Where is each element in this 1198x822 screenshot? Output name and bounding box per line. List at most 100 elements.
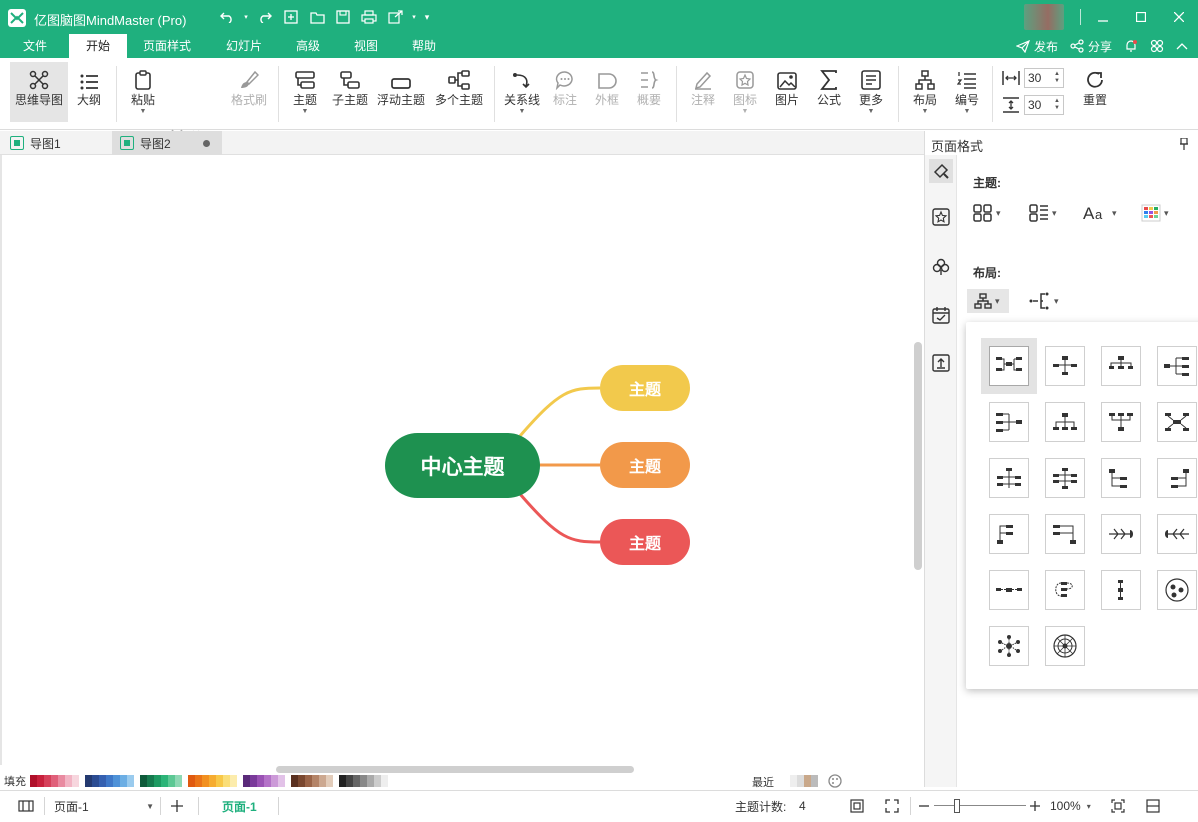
color-swatch[interactable]: [264, 775, 271, 787]
zoom-out-icon[interactable]: [918, 791, 930, 821]
minimize-icon[interactable]: [1084, 0, 1122, 34]
recent-color-swatch[interactable]: [790, 775, 797, 787]
zoom-level[interactable]: 100% ▾: [1050, 791, 1091, 821]
color-swatch[interactable]: [291, 775, 298, 787]
color-swatch[interactable]: [188, 775, 195, 787]
color-swatch[interactable]: [92, 775, 99, 787]
color-swatch[interactable]: [381, 775, 388, 787]
color-swatch[interactable]: [230, 775, 237, 787]
color-swatch[interactable]: [319, 775, 326, 787]
layout-option-22[interactable]: [1045, 626, 1085, 666]
layout-option-9[interactable]: [989, 458, 1029, 498]
topic-node[interactable]: 主题: [600, 442, 690, 488]
zoom-slider-thumb[interactable]: [954, 799, 960, 813]
layout-option-18[interactable]: [1045, 570, 1085, 610]
color-swatch[interactable]: [65, 775, 72, 787]
layout-option-2[interactable]: [1045, 346, 1085, 386]
color-swatch[interactable]: [195, 775, 202, 787]
color-swatch[interactable]: [250, 775, 257, 787]
color-swatch[interactable]: [72, 775, 79, 787]
recent-color-swatch[interactable]: [804, 775, 811, 787]
color-swatch[interactable]: [175, 775, 182, 787]
color-swatch[interactable]: [353, 775, 360, 787]
color-swatch[interactable]: [278, 775, 285, 787]
horizontal-spacing-input[interactable]: 30 ▲ ▼: [1024, 68, 1064, 88]
color-swatch[interactable]: [202, 775, 209, 787]
layout-option-7[interactable]: [1101, 402, 1141, 442]
collapse-panel-icon[interactable]: [1146, 791, 1160, 821]
color-swatch[interactable]: [99, 775, 106, 787]
format-brush-icon[interactable]: [929, 159, 953, 183]
layout-option-6[interactable]: [1045, 402, 1085, 442]
topic-node[interactable]: 主题: [600, 519, 690, 565]
layout-option-21[interactable]: [989, 626, 1029, 666]
color-swatch[interactable]: [147, 775, 154, 787]
color-swatch[interactable]: [120, 775, 127, 787]
color-swatch[interactable]: [30, 775, 37, 787]
recent-color-swatch[interactable]: [811, 775, 818, 787]
maximize-icon[interactable]: [1122, 0, 1160, 34]
layout-option-19[interactable]: [1101, 570, 1141, 610]
clipart-clover-icon[interactable]: [929, 255, 953, 279]
layout-option-1[interactable]: [989, 346, 1029, 386]
color-swatch[interactable]: [209, 775, 216, 787]
color-swatch[interactable]: [257, 775, 264, 787]
color-swatch[interactable]: [243, 775, 250, 787]
color-swatch[interactable]: [298, 775, 305, 787]
add-page-icon[interactable]: [170, 791, 184, 821]
notification-bell-icon[interactable]: [1124, 39, 1138, 53]
zoom-slider[interactable]: [934, 791, 1026, 821]
toggle-panel-icon[interactable]: [18, 791, 34, 821]
recent-color-swatch[interactable]: [797, 775, 804, 787]
pin-icon[interactable]: [1180, 138, 1188, 150]
fit-selection-icon[interactable]: [1111, 791, 1125, 821]
color-swatch[interactable]: [271, 775, 278, 787]
layout-option-12[interactable]: [1157, 458, 1197, 498]
style-star-icon[interactable]: [929, 205, 953, 229]
color-swatch[interactable]: [326, 775, 333, 787]
color-swatch[interactable]: [305, 775, 312, 787]
central-topic-node[interactable]: 中心主题: [385, 433, 540, 498]
color-swatch[interactable]: [367, 775, 374, 787]
layout-option-20[interactable]: [1157, 570, 1197, 610]
theme-color-button[interactable]: ▾: [1141, 201, 1169, 225]
layout-option-13[interactable]: [989, 514, 1029, 554]
theme-font-button[interactable]: Aa ▾: [1083, 201, 1117, 225]
layout-option-3[interactable]: [1101, 346, 1141, 386]
color-swatch[interactable]: [360, 775, 367, 787]
color-swatch[interactable]: [37, 775, 44, 787]
vertical-spacing-input[interactable]: 30 ▲ ▼: [1024, 95, 1064, 115]
color-swatch[interactable]: [216, 775, 223, 787]
numbering-dropdown-icon[interactable]: ▼: [948, 108, 986, 116]
page-select[interactable]: 页面-1 ▼: [54, 791, 154, 821]
spinner-arrows-icon[interactable]: ▲ ▼: [1054, 98, 1060, 112]
color-swatch[interactable]: [339, 775, 346, 787]
connector-style-button[interactable]: ▾: [1029, 289, 1059, 313]
share-button[interactable]: 分享: [1070, 38, 1112, 55]
color-swatch[interactable]: [140, 775, 147, 787]
color-swatch[interactable]: [154, 775, 161, 787]
layout-option-5[interactable]: [989, 402, 1029, 442]
layout-option-10[interactable]: [1045, 458, 1085, 498]
color-swatch[interactable]: [106, 775, 113, 787]
layout-option-8[interactable]: [1157, 402, 1197, 442]
publish-button[interactable]: 发布: [1015, 38, 1058, 55]
vertical-scrollbar[interactable]: [914, 342, 922, 570]
layout-option-15[interactable]: [1101, 514, 1141, 554]
color-swatch[interactable]: [161, 775, 168, 787]
numbering-button[interactable]: 编号 ▼: [948, 62, 986, 116]
reset-button[interactable]: 重置: [1076, 62, 1114, 108]
export-upload-icon[interactable]: [929, 351, 953, 375]
color-swatch[interactable]: [374, 775, 381, 787]
color-swatch[interactable]: [85, 775, 92, 787]
apps-grid-icon[interactable]: [1150, 39, 1164, 53]
layout-option-4[interactable]: [1157, 346, 1197, 386]
user-avatar[interactable]: [1024, 4, 1064, 30]
layout-option-16[interactable]: [1157, 514, 1197, 554]
more-colors-palette-icon[interactable]: [828, 774, 842, 788]
color-swatch[interactable]: [51, 775, 58, 787]
layout-option-11[interactable]: [1101, 458, 1141, 498]
layout-option-17[interactable]: [989, 570, 1029, 610]
fullscreen-icon[interactable]: [885, 791, 899, 821]
color-swatch[interactable]: [44, 775, 51, 787]
